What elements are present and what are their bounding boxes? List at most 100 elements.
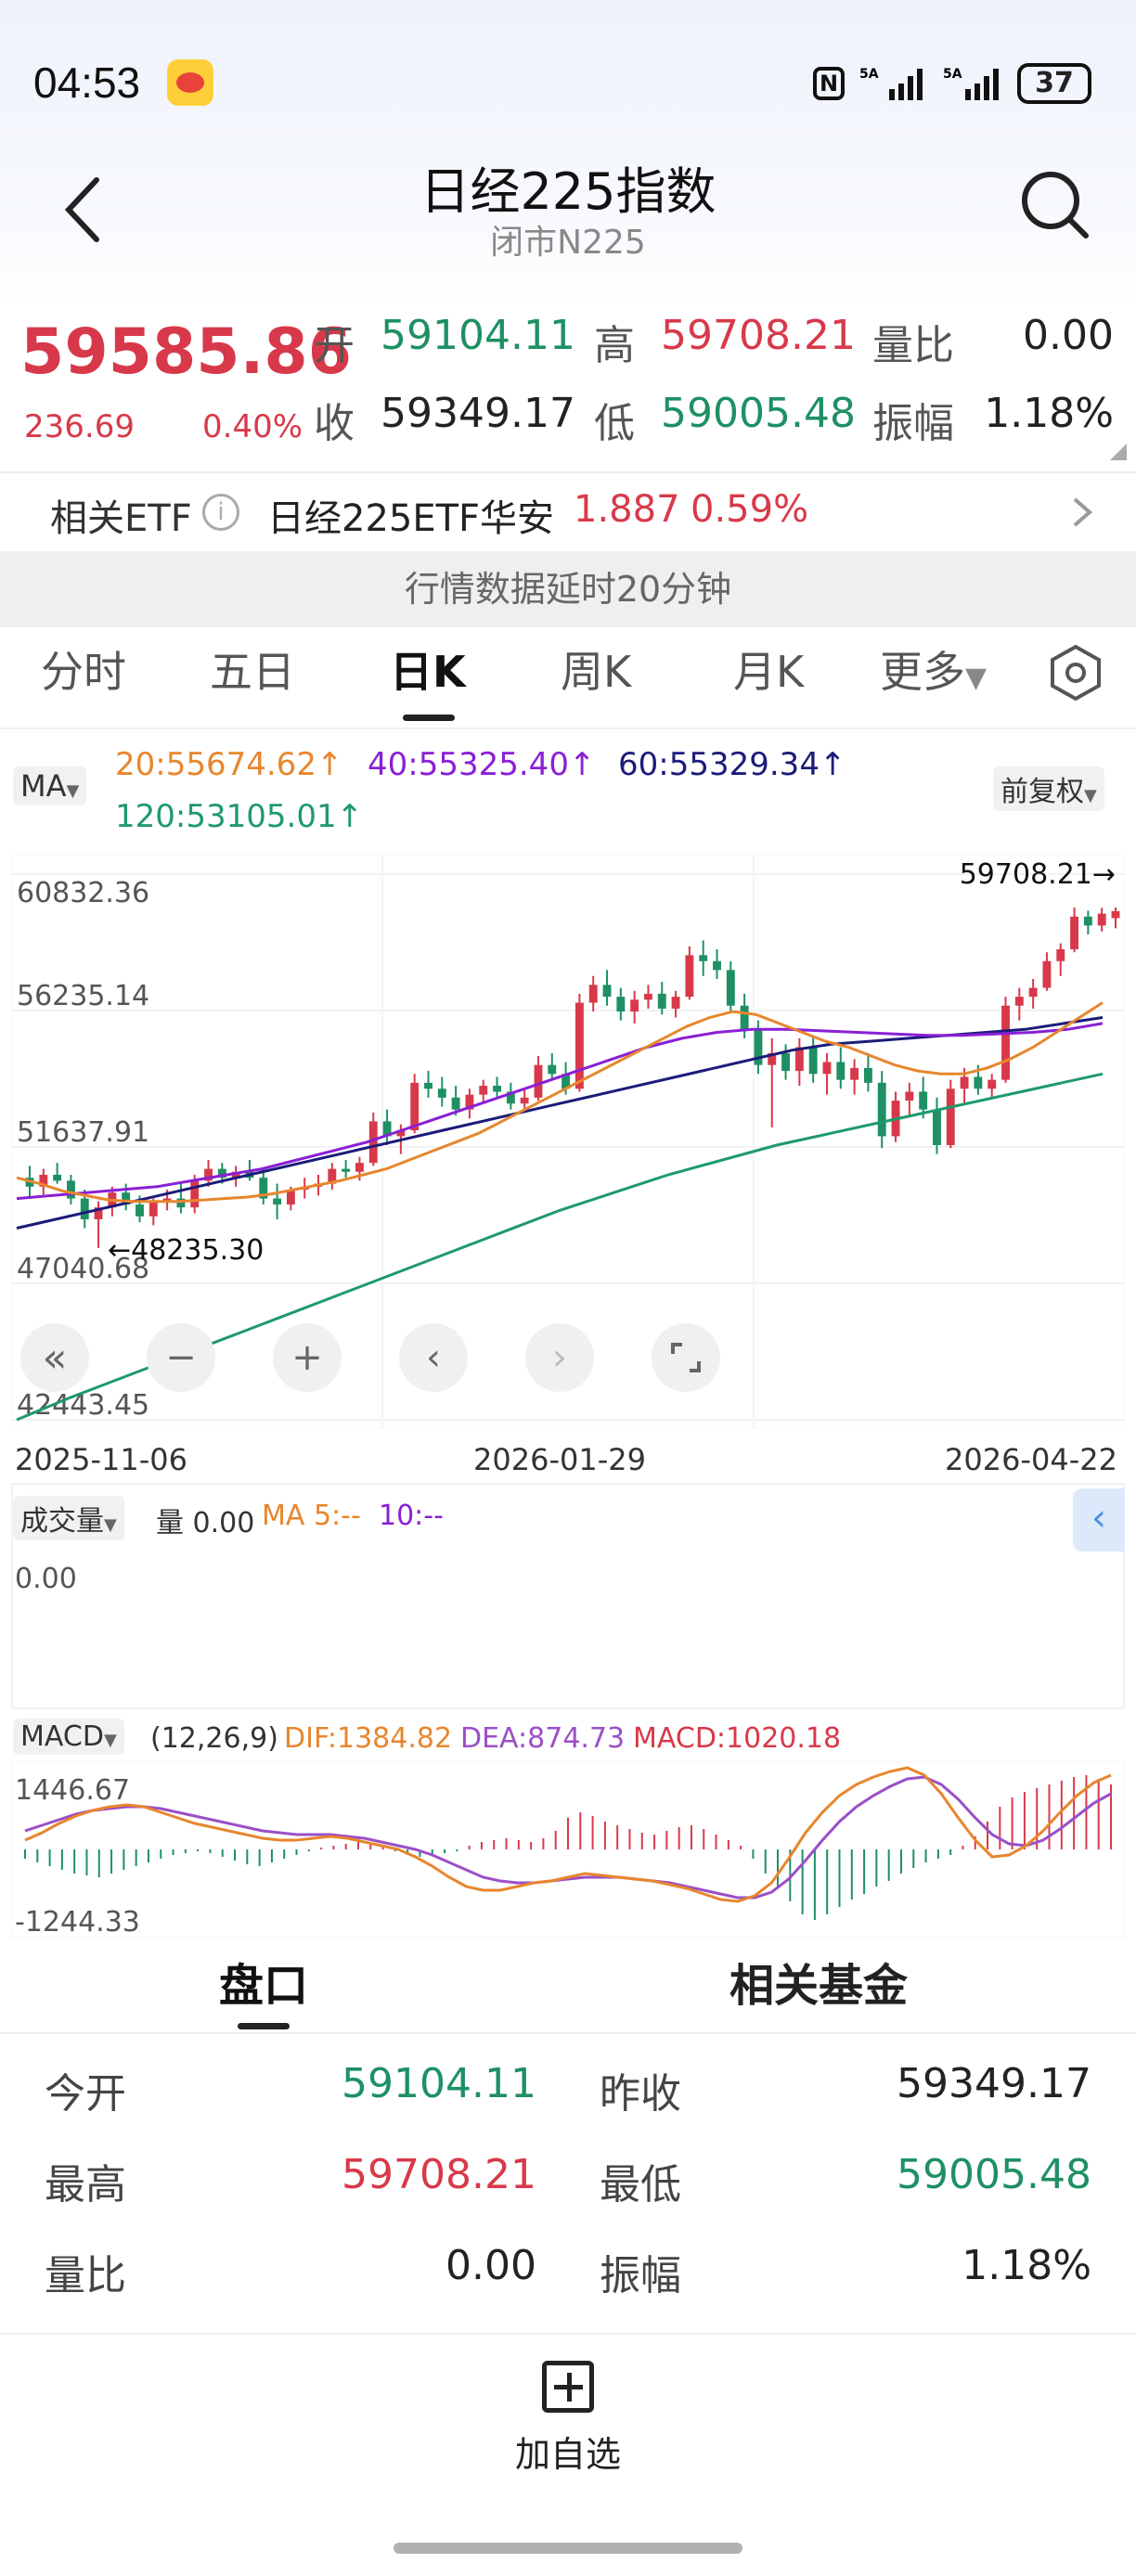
volume-selector[interactable]: 成交量▼ [13,1496,124,1540]
signal-icon-2: 5A [943,65,1017,102]
candle-body [493,1086,501,1092]
etf-row[interactable]: 相关ETF i 日经225ETF华安 1.887 0.59% [0,475,1136,549]
macd-selector[interactable]: MACD▼ [13,1719,124,1755]
page-subtitle: 闭市N225 [490,224,646,262]
caret-down-icon: ▼ [66,781,80,801]
stat-high-label: 最高 [45,2161,126,2209]
candle-body [602,985,612,998]
tab-order-book[interactable]: 盘口 [219,1949,308,2014]
candle-body [53,1174,62,1181]
home-indicator[interactable] [394,2543,742,2554]
candle-body [520,1097,529,1104]
tab-weekly-k[interactable]: 周K [561,638,631,700]
double-chevron-left-icon[interactable]: « [20,1323,89,1392]
ma60-legend: 60:55329.34↑ [618,746,846,783]
candle-body [66,1180,75,1199]
candle-body [740,1005,749,1030]
current-price: 59585.86 [20,316,353,389]
etf-price: 1.887 [574,488,680,531]
candle-body [1097,913,1106,926]
stat-low-label: 最低 [600,2161,681,2209]
candle-body [588,985,598,1003]
high-value: 59708.21 [661,312,856,359]
plus-icon[interactable]: + [273,1323,342,1392]
macd-chart[interactable] [11,1761,1125,1938]
candle-body [685,955,694,998]
search-button[interactable] [1017,167,1091,241]
section-tab-indicator [238,2023,290,2029]
high-label: 高 [594,322,635,369]
ma40-legend: 40:55325.40↑ [368,746,596,783]
tab-related-funds[interactable]: 相关基金 [729,1949,908,2014]
candle-body [1083,916,1092,926]
expand-corner-icon[interactable] [1110,444,1127,460]
volume-axis-value: 0.00 [15,1563,77,1595]
stat-high-value: 59708.21 [342,2151,536,2198]
info-icon[interactable]: i [202,494,239,531]
candle-body [410,1082,420,1131]
ratio-value: 0.00 [1023,312,1114,359]
x-label-end: 2026-04-22 [945,1442,1117,1477]
candle-body [988,1079,997,1089]
delay-notice-bar: 行情数据延时20分钟 [0,551,1136,627]
tab-more[interactable]: 更多▼ [880,638,987,700]
candle-body [781,1052,790,1072]
weibo-icon [167,59,213,106]
tab-intraday[interactable]: 分时 [41,638,126,700]
candle-body [534,1064,543,1098]
chevron-left-icon[interactable]: ‹ [399,1323,468,1392]
candle-body [933,1109,941,1146]
candle-body [946,1088,955,1146]
candle-body [273,1198,282,1204]
chevron-right-icon[interactable]: › [525,1323,594,1392]
candle-body [574,1002,584,1089]
etf-name: 日经225ETF华安 [267,497,555,540]
stat-prev-close-label: 昨收 [600,2070,681,2118]
macd-bottom-label: -1244.33 [15,1906,140,1938]
candle-body [1001,1005,1010,1080]
candle-body [713,960,721,971]
candle-body [919,1091,928,1110]
candle-body [148,1201,158,1217]
candle-body [877,1082,886,1137]
add-watchlist-button[interactable]: 加自选 [475,2353,661,2475]
candle-body [822,1062,832,1075]
adjust-selector[interactable]: 前复权▼ [993,766,1104,811]
chevron-right-icon [1067,494,1095,535]
low-label: 低 [594,400,635,447]
tab-five-day[interactable]: 五日 [210,638,295,700]
adjust-selector-label: 前复权 [1000,776,1084,808]
macd-top-label: 1446.67 [15,1774,131,1807]
etf-pct: 0.59% [691,488,809,531]
nfc-icon: N [813,67,845,100]
fullscreen-icon[interactable] [652,1323,720,1392]
candle-body [960,1076,969,1089]
minus-icon[interactable]: − [147,1323,215,1392]
stat-open-value: 59104.11 [342,2060,536,2107]
tab-more-label: 更多 [880,647,965,697]
ma120-legend: 120:53105.01↑ [115,798,364,835]
open-label: 开 [314,322,355,369]
stat-low-value: 59005.48 [897,2151,1091,2198]
x-label-start: 2025-11-06 [15,1442,187,1477]
macd-value: MACD:1020.18 [633,1722,842,1755]
y-tick-label: 51637.91 [17,1116,149,1149]
volume-value: 量 0.00 [156,1507,255,1539]
ma-selector[interactable]: MA▼ [13,766,87,805]
price-change-pct: 0.40% [202,408,303,445]
candle-body [1014,997,1024,1006]
macd-params: (12,26,9) [150,1722,278,1755]
stat-open-label: 今开 [45,2070,126,2118]
open-value: 59104.11 [381,312,575,359]
candle-body [190,1180,200,1208]
candle-body [1042,960,1052,988]
stat-amp-label: 振幅 [600,2252,681,2299]
volume-collapse-button[interactable]: ‹ [1073,1488,1125,1552]
settings-button[interactable] [1047,644,1104,705]
candle-body [80,1198,89,1219]
caret-down-icon: ▼ [103,1731,117,1750]
tab-monthly-k[interactable]: 月K [733,638,804,700]
macd-dea: DEA:874.73 [460,1722,626,1755]
section-divider [0,2032,1136,2034]
tab-daily-k[interactable]: 日K [390,638,466,700]
